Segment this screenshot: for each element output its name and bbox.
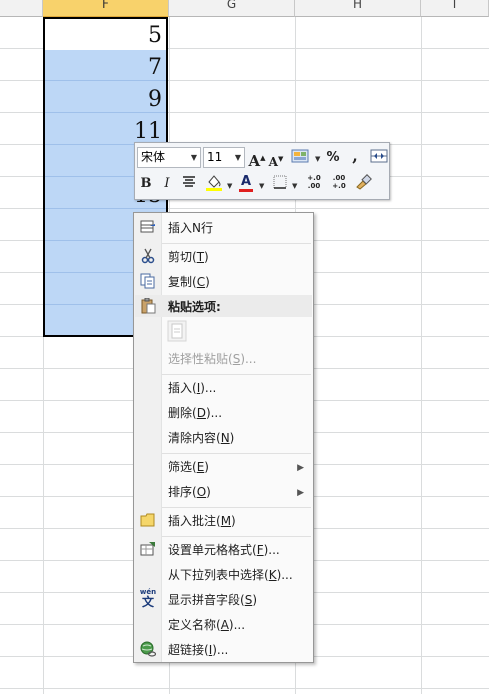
cell-f4[interactable]: 11 (134, 119, 162, 144)
fill-color-button[interactable] (203, 172, 225, 192)
center-align-button[interactable] (179, 174, 199, 194)
menu-show-phonetic[interactable]: 显示拼音字段(S) (168, 590, 257, 610)
menu-filter[interactable]: 筛选(E) (168, 457, 209, 477)
column-header-f[interactable]: F (43, 0, 169, 17)
paste-options-highlight (135, 295, 312, 317)
format-cells-icon (140, 542, 155, 556)
menu-sort[interactable]: 排序(O) (168, 482, 211, 502)
mini-toolbar: 宋体 ▼ 11 ▼ A▲ A▼ ▼ % , B I ▼ A ▼ ▼ +.0 .0… (134, 142, 390, 200)
font-color-icon: A (240, 174, 252, 189)
font-name-value: 宋体 (141, 150, 166, 164)
paste-icon (141, 298, 156, 314)
column-header-g[interactable]: G (169, 0, 295, 17)
grow-font-icon: A (248, 152, 261, 170)
increase-decimal-button[interactable]: +.0 .00 (303, 174, 325, 194)
chevron-down-icon[interactable]: ▼ (227, 182, 232, 190)
cell-f3[interactable]: 9 (148, 87, 162, 112)
menu-pick-from-list[interactable]: 从下拉列表中选择(K)... (168, 565, 293, 585)
align-center-icon (183, 176, 195, 187)
cell-style-button[interactable] (288, 148, 314, 168)
chevron-down-icon[interactable]: ▼ (292, 182, 297, 190)
merge-center-button[interactable] (369, 148, 389, 168)
borders-button[interactable] (271, 174, 289, 194)
menu-clear-contents[interactable]: 清除内容(N) (168, 428, 234, 448)
increase-decimal-icon: +.0 .00 (307, 174, 321, 190)
menu-format-cells[interactable]: 设置单元格格式(F)... (168, 540, 280, 560)
paste-option-clipboard-icon[interactable] (167, 320, 187, 342)
font-size-value: 11 (207, 150, 223, 164)
cell-f1[interactable]: 5 (148, 23, 162, 48)
menu-define-name[interactable]: 定义名称(A)... (168, 615, 245, 635)
percent-style-button[interactable]: % (325, 148, 341, 168)
format-painter-button[interactable] (353, 174, 373, 194)
menu-hyperlink[interactable]: 超链接(I)... (168, 640, 228, 660)
menu-paste-options-label: 粘贴选项: (168, 300, 221, 314)
decrease-decimal-icon: .00 +.0 (332, 174, 346, 190)
cell-f2[interactable]: 7 (148, 55, 162, 80)
border-icon (273, 175, 287, 189)
menu-insert-comment[interactable]: 插入批注(M) (168, 511, 236, 531)
cell-style-icon (291, 149, 309, 163)
shrink-font-icon: A (268, 155, 278, 169)
bold-button[interactable]: B (137, 174, 155, 194)
merge-center-icon (370, 149, 388, 163)
hyperlink-globe-icon (140, 641, 156, 657)
menu-insert[interactable]: 插入(I)... (168, 378, 216, 398)
menu-paste-special: 选择性粘贴(S)... (168, 352, 257, 366)
comment-icon (140, 513, 155, 527)
scissors-icon (141, 248, 155, 264)
copy-icon (140, 273, 155, 289)
font-name-combo[interactable]: 宋体 ▼ (137, 147, 201, 168)
paint-bucket-icon (206, 175, 222, 191)
submenu-arrow-icon: ▶ (297, 488, 304, 498)
shrink-font-button[interactable]: A▼ (268, 149, 284, 169)
font-size-combo[interactable]: 11 ▼ (203, 147, 245, 168)
chevron-down-icon[interactable]: ▼ (315, 155, 320, 163)
font-color-button[interactable]: A (237, 172, 255, 192)
submenu-arrow-icon: ▶ (297, 463, 304, 473)
chevron-down-icon[interactable]: ▼ (259, 182, 264, 190)
column-header-i[interactable]: I (421, 0, 489, 17)
menu-copy[interactable]: 复制(C) (168, 272, 210, 292)
menu-insert-n-rows[interactable]: 插入N行 (168, 218, 213, 238)
menu-cut[interactable]: 剪切(T) (168, 247, 209, 267)
column-header-e[interactable] (0, 0, 43, 17)
decrease-decimal-button[interactable]: .00 +.0 (328, 174, 350, 194)
chevron-down-icon[interactable]: ▼ (235, 148, 241, 167)
chevron-down-icon[interactable]: ▼ (191, 148, 197, 167)
context-menu: 插入N行 剪切(T) 复制(C) 粘贴选项: 选择性粘贴(S)... 插入(I)… (133, 212, 314, 663)
comma-style-button[interactable]: , (349, 146, 361, 166)
column-header-h[interactable]: H (295, 0, 421, 17)
menu-delete[interactable]: 删除(D)... (168, 403, 222, 423)
insert-rows-icon (140, 220, 155, 233)
italic-button[interactable]: I (159, 174, 175, 194)
format-painter-icon (356, 174, 372, 190)
grow-font-button[interactable]: A▲ (248, 148, 266, 170)
phonetic-icon: wén 文 (139, 588, 157, 609)
